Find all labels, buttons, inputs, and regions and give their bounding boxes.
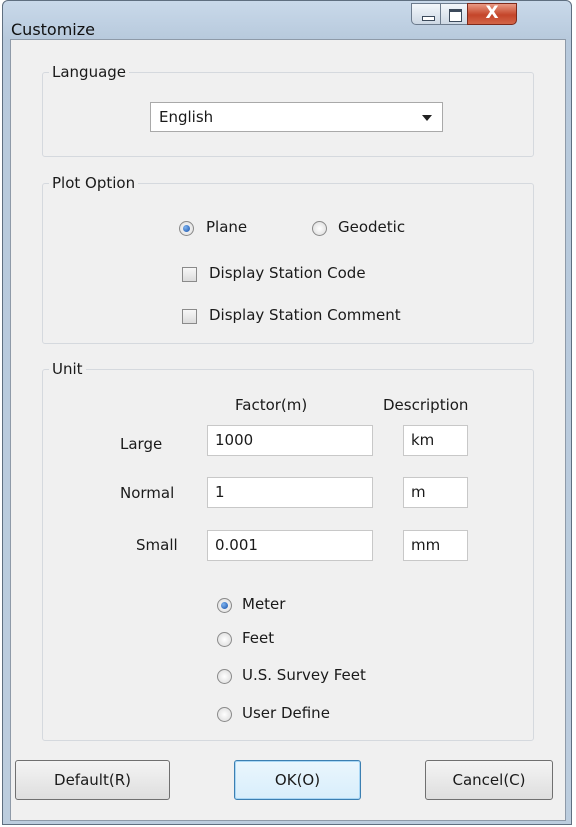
- feet-radio[interactable]: [217, 632, 232, 647]
- us-survey-feet-radio[interactable]: [217, 669, 232, 684]
- small-description-input[interactable]: mm: [403, 530, 468, 561]
- meter-label[interactable]: Meter: [242, 595, 285, 613]
- normal-description-value: m: [411, 483, 426, 501]
- description-column-header: Description: [383, 396, 469, 414]
- maximize-icon: [449, 9, 462, 22]
- dialog-body: Language English Plot Option Plane Geode…: [10, 39, 566, 821]
- close-button[interactable]: X: [467, 3, 517, 25]
- normal-factor-input[interactable]: 1: [207, 477, 373, 508]
- us-survey-feet-label[interactable]: U.S. Survey Feet: [242, 666, 366, 684]
- unit-group-label: Unit: [49, 360, 86, 378]
- meter-radio[interactable]: [217, 598, 232, 613]
- plot-option-group-label: Plot Option: [49, 174, 139, 192]
- display-station-comment-label[interactable]: Display Station Comment: [209, 306, 401, 324]
- title-bar[interactable]: Customize X: [3, 1, 571, 39]
- large-description-value: km: [411, 431, 435, 449]
- geodetic-label[interactable]: Geodetic: [338, 218, 405, 236]
- factor-column-header: Factor(m): [235, 396, 308, 414]
- normal-description-input[interactable]: m: [403, 477, 468, 508]
- geodetic-radio[interactable]: [312, 221, 327, 236]
- minimize-icon: [422, 16, 435, 21]
- customize-window: Customize X Language English Plot Option…: [2, 0, 572, 825]
- maximize-button[interactable]: [440, 3, 468, 25]
- small-factor-value: 0.001: [215, 536, 258, 554]
- small-description-value: mm: [411, 536, 441, 554]
- minimize-button[interactable]: [411, 3, 441, 25]
- language-selected-value: English: [159, 108, 214, 126]
- user-define-label[interactable]: User Define: [242, 704, 330, 722]
- close-icon: X: [485, 3, 499, 23]
- cancel-button[interactable]: Cancel(C): [425, 760, 553, 800]
- unit-row-label: Normal: [120, 484, 175, 502]
- display-station-comment-checkbox[interactable]: [182, 309, 197, 324]
- plane-radio[interactable]: [179, 221, 194, 236]
- small-factor-input[interactable]: 0.001: [207, 530, 373, 561]
- language-group-label: Language: [49, 63, 130, 81]
- unit-row-label: Large: [120, 435, 163, 453]
- display-station-code-checkbox[interactable]: [182, 267, 197, 282]
- plane-label[interactable]: Plane: [206, 218, 247, 236]
- normal-factor-value: 1: [215, 483, 225, 501]
- display-station-code-label[interactable]: Display Station Code: [209, 264, 366, 282]
- chevron-down-icon: [422, 115, 432, 121]
- large-factor-input[interactable]: 1000: [207, 425, 373, 456]
- user-define-radio[interactable]: [217, 707, 232, 722]
- default-button[interactable]: Default(R): [15, 760, 170, 800]
- large-factor-value: 1000: [215, 431, 254, 449]
- language-select[interactable]: English: [150, 102, 443, 132]
- ok-button[interactable]: OK(O): [234, 760, 361, 800]
- large-description-input[interactable]: km: [403, 425, 468, 456]
- feet-label[interactable]: Feet: [242, 629, 274, 647]
- unit-row-label: Small: [136, 536, 178, 554]
- window-title: Customize: [11, 20, 95, 39]
